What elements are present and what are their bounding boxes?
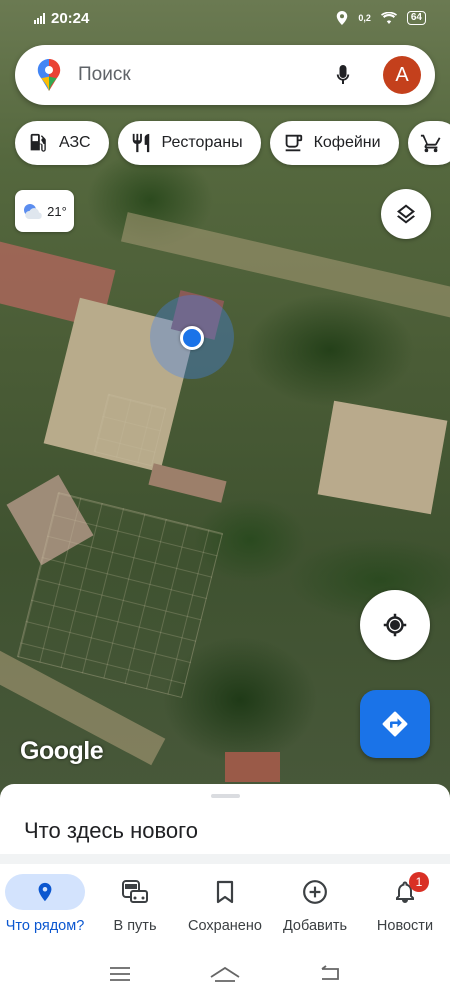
tab-label: Новости — [376, 918, 434, 934]
restaurant-icon — [132, 133, 149, 153]
coffee-icon — [285, 134, 302, 152]
google-maps-logo-icon — [37, 59, 61, 91]
search-input[interactable] — [78, 64, 331, 86]
divider — [0, 854, 450, 864]
temperature: 21° — [47, 203, 67, 219]
sheet-title: Что здесь нового — [24, 818, 198, 843]
layers-icon — [397, 204, 415, 224]
search-bar[interactable]: A — [15, 45, 435, 105]
chip-coffee[interactable]: Кофейни — [269, 121, 399, 165]
home-icon[interactable] — [209, 965, 241, 983]
chip-label: Кофейни — [313, 134, 381, 151]
battery-indicator: 64 — [406, 11, 426, 25]
location-pin-icon — [38, 882, 52, 902]
tab-saved[interactable]: Сохранено — [180, 864, 270, 948]
chip-label: Рестораны — [161, 134, 243, 151]
tab-label: Сохранено — [188, 918, 262, 934]
chip-gas-stations[interactable]: АЗС — [15, 121, 109, 165]
status-bar: 20:24 0,2 64 — [0, 0, 450, 36]
back-icon[interactable] — [318, 965, 342, 983]
bottom-sheet[interactable]: Что здесь нового — [0, 784, 450, 864]
shopping-cart-icon — [420, 134, 441, 153]
microphone-icon[interactable] — [331, 63, 355, 87]
menu-icon[interactable] — [108, 966, 132, 982]
tab-label: Что рядом? — [5, 918, 85, 934]
my-location-button[interactable] — [360, 590, 430, 660]
data-speed: 0,2 — [358, 13, 371, 23]
bookmark-icon — [216, 880, 234, 904]
tab-contribute[interactable]: Добавить — [270, 864, 360, 948]
directions-icon — [382, 711, 408, 737]
directions-button[interactable] — [360, 690, 430, 758]
tab-label: В путь — [113, 918, 157, 934]
signal-icon — [34, 12, 45, 24]
partly-cloudy-icon — [24, 204, 42, 219]
chip-label: АЗС — [59, 134, 91, 151]
tab-explore[interactable]: Что рядом? — [0, 864, 90, 948]
chip-shopping[interactable] — [407, 121, 450, 165]
crosshair-icon — [383, 613, 407, 637]
tab-commute[interactable]: В путь — [90, 864, 180, 948]
weather-widget[interactable]: 21° — [15, 190, 74, 232]
chip-restaurants[interactable]: Рестораны — [117, 121, 261, 165]
tab-label: Добавить — [282, 918, 348, 934]
gas-station-icon — [30, 133, 46, 152]
location-icon — [337, 11, 348, 25]
sheet-drag-handle[interactable] — [211, 794, 240, 798]
system-navigation-bar — [0, 948, 450, 1000]
tab-updates[interactable]: 1 Новости — [360, 864, 450, 948]
wifi-icon — [380, 12, 397, 24]
add-circle-icon — [303, 880, 327, 904]
category-chips: АЗС Рестораны Кофейни — [15, 121, 450, 165]
account-avatar[interactable]: A — [383, 56, 421, 94]
commute-icon — [122, 880, 148, 903]
layers-button[interactable] — [381, 189, 431, 239]
google-attribution: Google — [20, 737, 104, 765]
bottom-navigation: Что рядом? В путь Сохранено Добавить 1 Н… — [0, 864, 450, 948]
status-time: 20:24 — [51, 9, 90, 27]
notification-badge: 1 — [409, 872, 429, 892]
current-location-dot — [180, 326, 204, 350]
satellite-map[interactable] — [0, 0, 450, 800]
